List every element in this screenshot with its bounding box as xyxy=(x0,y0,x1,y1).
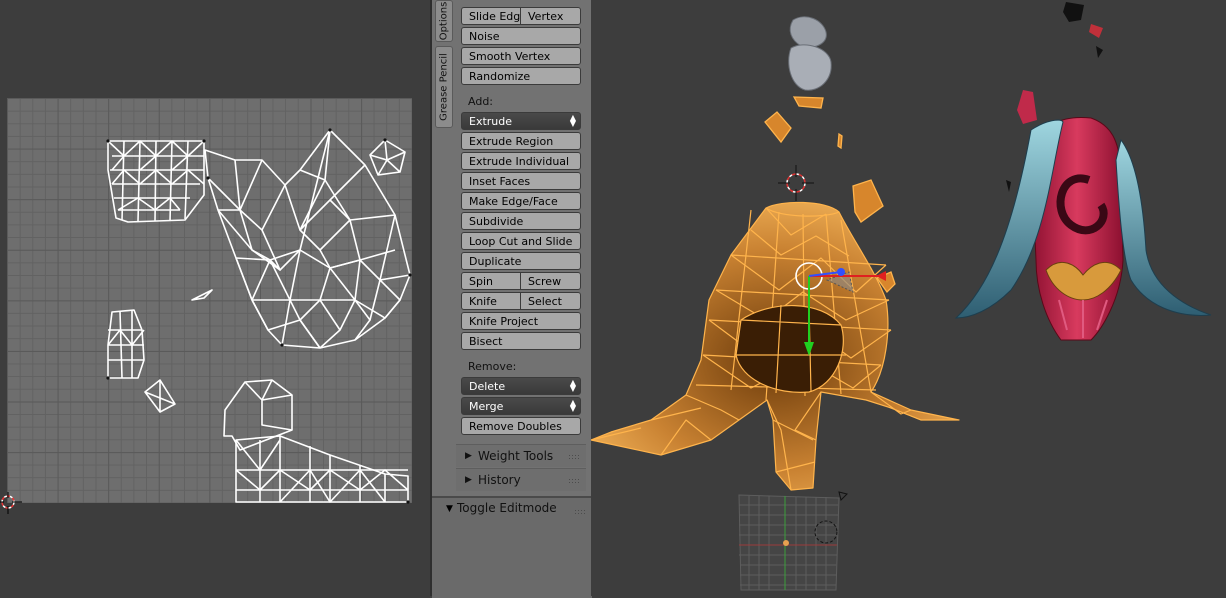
dropdown-arrows-icon: ▲ ▼ xyxy=(569,398,576,413)
history-panel-header[interactable]: ▶ History xyxy=(456,468,586,491)
subdivide-button[interactable]: Subdivide xyxy=(461,212,581,230)
add-label: Add: xyxy=(468,95,494,108)
tool-shelf: Options Grease Pencil Slide Edge Vertex … xyxy=(430,0,592,598)
tab-grease-pencil[interactable]: Grease Pencil xyxy=(435,46,453,128)
uv-cursor-icon xyxy=(0,492,22,514)
slide-edge-button[interactable]: Slide Edge xyxy=(461,7,521,25)
weight-tools-panel-header[interactable]: ▶ Weight Tools xyxy=(456,444,586,467)
knife-select-button[interactable]: Select xyxy=(520,292,581,310)
spin-button[interactable]: Spin xyxy=(461,272,521,290)
knife-project-button[interactable]: Knife Project xyxy=(461,312,581,330)
duplicate-button[interactable]: Duplicate xyxy=(461,252,581,270)
panel-grip-icon[interactable] xyxy=(568,478,580,483)
extrude-dropdown-label: Extrude xyxy=(469,115,513,128)
object-origin xyxy=(783,540,789,546)
delete-dropdown-label: Delete xyxy=(469,380,506,393)
helmet-pieces xyxy=(788,16,832,91)
uv-islands[interactable] xyxy=(0,0,430,596)
uv-editor[interactable] xyxy=(0,0,430,596)
vertex-slide-button[interactable]: Vertex xyxy=(520,7,581,25)
toggle-editmode-label: Toggle Editmode xyxy=(457,501,557,515)
disclosure-triangle-icon: ▶ xyxy=(465,451,472,461)
remove-doubles-button[interactable]: Remove Doubles xyxy=(461,417,581,435)
tab-options[interactable]: Options xyxy=(435,0,453,42)
history-label: History xyxy=(478,473,521,487)
dropdown-arrows-icon: ▲ ▼ xyxy=(569,378,576,393)
merge-dropdown-label: Merge xyxy=(469,400,504,413)
disclosure-triangle-icon: ▶ xyxy=(465,475,472,485)
delete-dropdown[interactable]: Delete ▲ ▼ xyxy=(461,377,581,395)
noise-button[interactable]: Noise xyxy=(461,27,581,45)
randomize-button[interactable]: Randomize xyxy=(461,67,581,85)
mushroom-mesh xyxy=(591,201,960,491)
smooth-vertex-button[interactable]: Smooth Vertex xyxy=(461,47,581,65)
inset-faces-button[interactable]: Inset Faces xyxy=(461,172,581,190)
disclosure-triangle-icon: ▼ xyxy=(446,504,453,514)
tab-grease-pencil-label: Grease Pencil xyxy=(438,53,450,121)
panel-grip-icon[interactable] xyxy=(568,454,580,459)
3d-viewport[interactable] xyxy=(591,0,1226,596)
dropdown-arrows-icon: ▲ ▼ xyxy=(569,113,576,128)
extrude-region-button[interactable]: Extrude Region xyxy=(461,132,581,150)
panel-grip-icon[interactable] xyxy=(574,509,586,514)
knife-button[interactable]: Knife xyxy=(461,292,521,310)
screw-button[interactable]: Screw xyxy=(520,272,581,290)
extrude-individual-button[interactable]: Extrude Individual xyxy=(461,152,581,170)
weight-tools-label: Weight Tools xyxy=(478,449,554,463)
mesh-tools-panel: Slide Edge Vertex Noise Smooth Vertex Ra… xyxy=(456,0,590,496)
textured-preview-object xyxy=(954,2,1212,341)
make-edge-face-button[interactable]: Make Edge/Face xyxy=(461,192,581,210)
remove-label: Remove: xyxy=(468,360,517,373)
bisect-button[interactable]: Bisect xyxy=(461,332,581,350)
loop-cut-button[interactable]: Loop Cut and Slide xyxy=(461,232,581,250)
toggle-editmode-panel[interactable]: ▼ Toggle Editmode xyxy=(432,496,592,598)
extrude-dropdown[interactable]: Extrude ▲ ▼ xyxy=(461,112,581,130)
merge-dropdown[interactable]: Merge ▲ ▼ xyxy=(461,397,581,415)
tab-options-label: Options xyxy=(438,1,450,41)
3d-cursor-icon xyxy=(778,165,814,201)
viewport-scene[interactable] xyxy=(591,0,1226,596)
floor-grid xyxy=(738,494,840,591)
